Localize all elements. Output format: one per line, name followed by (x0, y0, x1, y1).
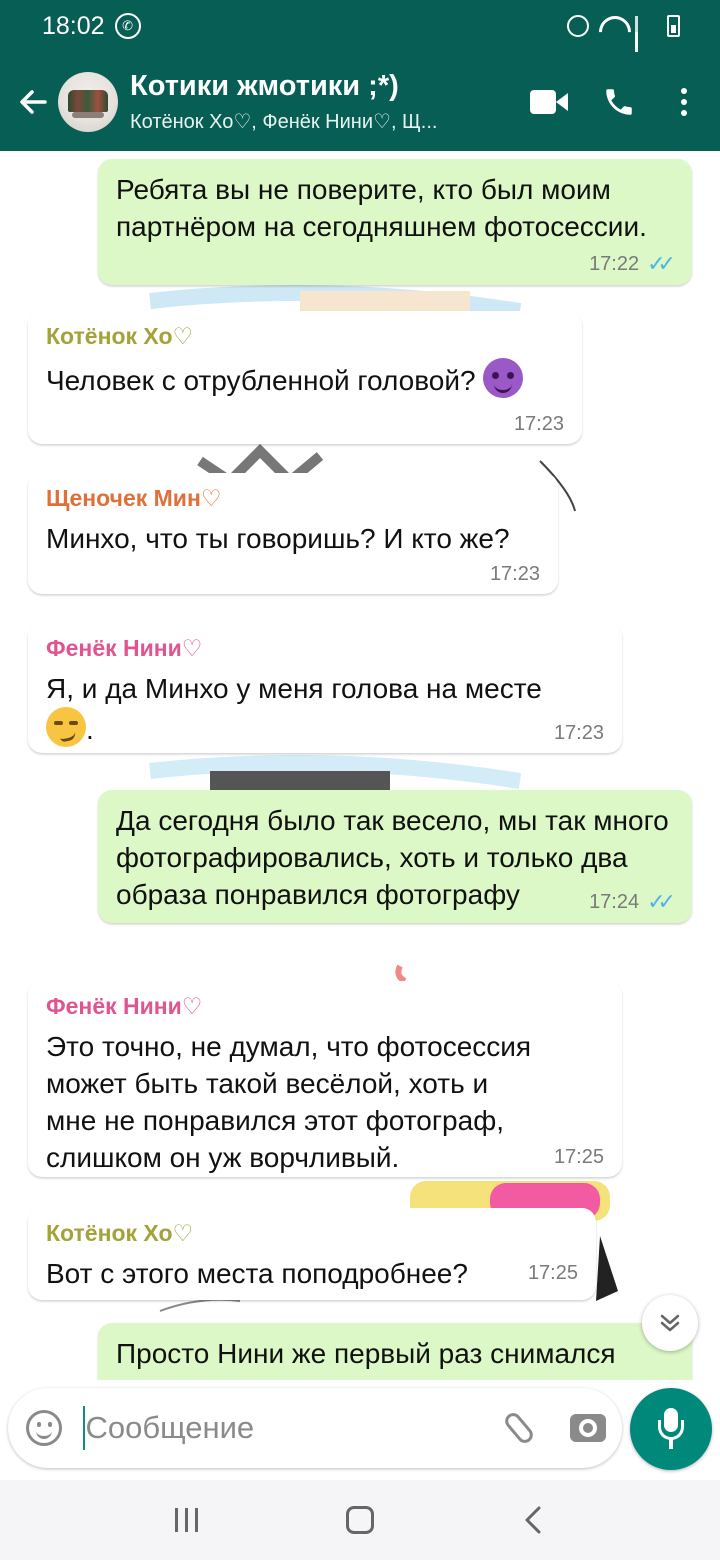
status-time: 18:02 (42, 11, 105, 40)
scroll-to-bottom-button[interactable] (642, 1295, 698, 1351)
message-input-container[interactable] (8, 1388, 622, 1468)
smirking-face-emoji (46, 707, 86, 747)
video-call-icon (530, 89, 568, 114)
message-meta: 17:23 (46, 563, 540, 586)
more-options-icon (681, 87, 687, 116)
message-time: 17:22 (589, 252, 640, 275)
message-outgoing[interactable]: Просто Нини же первый раз снимался (98, 1323, 692, 1380)
message-sender[interactable]: Фенёк Нини♡ (46, 993, 604, 1020)
signal-icon (635, 16, 657, 64)
message-text-block: Человек с отрубленной головой? (46, 358, 564, 399)
message-input[interactable] (85, 1410, 485, 1446)
message-time: 17:23 (553, 722, 604, 744)
back-icon (525, 1506, 541, 1534)
recent-apps-button[interactable] (147, 1485, 227, 1555)
emoji-icon (26, 1410, 63, 1446)
message-text: Минхо, что ты говоришь? И кто же? (46, 523, 510, 554)
camera-icon (569, 1414, 606, 1442)
alarm-icon (567, 15, 589, 37)
status-bar: 18:02 ✆ (0, 0, 720, 64)
home-button[interactable] (320, 1485, 400, 1555)
emoji-button[interactable] (8, 1390, 81, 1466)
message-sender[interactable]: Котёнок Хо♡ (46, 1220, 578, 1247)
message-time: 17:25 (527, 1262, 578, 1284)
recent-apps-icon (175, 1508, 199, 1532)
message-meta: 17:22 ✓✓ (116, 251, 676, 277)
message-incoming[interactable]: Котёнок Хо♡ Человек с отрубленной голово… (28, 311, 582, 444)
chat-header: Котики жмотики ;*) Котёнок Хо♡, Фенёк Ни… (0, 52, 720, 151)
chat-participants: Котёнок Хо♡, Фенёк Нини♡, Щ... (130, 110, 438, 133)
double-chevron-down-icon (660, 1314, 680, 1332)
paperclip-icon (501, 1409, 536, 1447)
message-incoming[interactable]: Фенёк Нини♡ Я, и да Минхо у меня голова … (28, 623, 622, 753)
message-incoming[interactable]: Котёнок Хо♡ Вот с этого места поподробне… (28, 1208, 596, 1300)
header-actions (514, 67, 720, 137)
camera-button[interactable] (553, 1392, 622, 1464)
message-text-tail: . (86, 714, 94, 745)
message-incoming[interactable]: Фенёк Нини♡ Это точно, не думал, что фот… (28, 981, 622, 1177)
voice-call-button[interactable] (584, 67, 654, 137)
message-meta: 17:23 (46, 413, 564, 436)
microphone-icon (656, 1408, 686, 1450)
message-outgoing[interactable]: Ребята вы не поверите, кто был моим парт… (98, 159, 692, 285)
message-time: 17:25 (553, 1146, 604, 1168)
smiling-devil-emoji (483, 358, 524, 398)
chat-info[interactable]: Котики жмотики ;*) Котёнок Хо♡, Фенёк Ни… (130, 70, 490, 134)
back-arrow-icon (20, 89, 47, 114)
message-text: Ребята вы не поверите, кто был моим парт… (116, 174, 647, 242)
message-text: Просто Нини же первый раз снимался (116, 1338, 616, 1369)
group-avatar[interactable] (58, 71, 118, 132)
message-text: Я, и да Минхо у меня голова на месте (46, 673, 542, 704)
message-meta: 17:23 (46, 722, 604, 745)
attach-button[interactable] (484, 1392, 553, 1464)
video-call-button[interactable] (514, 67, 584, 137)
message-sender[interactable]: Фенёк Нини♡ (46, 635, 604, 662)
message-sender[interactable]: Котёнок Хо♡ (46, 323, 564, 350)
read-receipt-icon: ✓✓ (647, 889, 676, 914)
message-text: Человек с отрубленной головой? (46, 365, 484, 396)
message-time: 17:23 (513, 413, 564, 435)
voice-call-icon (606, 88, 632, 115)
message-outgoing[interactable]: Да сегодня было так весело, мы так много… (98, 790, 692, 923)
more-options-button[interactable] (654, 67, 714, 137)
message-incoming[interactable]: Щеночек Мин♡ Минхо, что ты говоришь? И к… (28, 473, 558, 594)
message-text-row: Вот с этого места поподробнее? 17:25 (46, 1255, 578, 1292)
voice-message-button[interactable] (630, 1388, 712, 1470)
message-time: 17:23 (489, 563, 540, 585)
message-time: 17:24 (589, 890, 640, 913)
battery-charging-icon (667, 15, 680, 37)
chat-messages[interactable]: Ребята вы не поверите, кто был моим парт… (0, 151, 720, 1380)
message-composer (0, 1380, 720, 1480)
system-back-button[interactable] (493, 1485, 573, 1555)
wifi-icon (599, 16, 625, 36)
chat-title: Котики жмотики ;*) (130, 69, 399, 102)
home-icon (345, 1506, 374, 1534)
system-nav-bar (0, 1480, 720, 1560)
system-icons (567, 15, 680, 64)
whatsapp-icon: ✆ (114, 13, 141, 39)
read-receipt-icon: ✓✓ (647, 251, 676, 276)
message-text: Вот с этого места поподробнее? (46, 1258, 468, 1289)
back-button[interactable] (8, 72, 58, 132)
message-sender[interactable]: Щеночек Мин♡ (46, 485, 540, 512)
